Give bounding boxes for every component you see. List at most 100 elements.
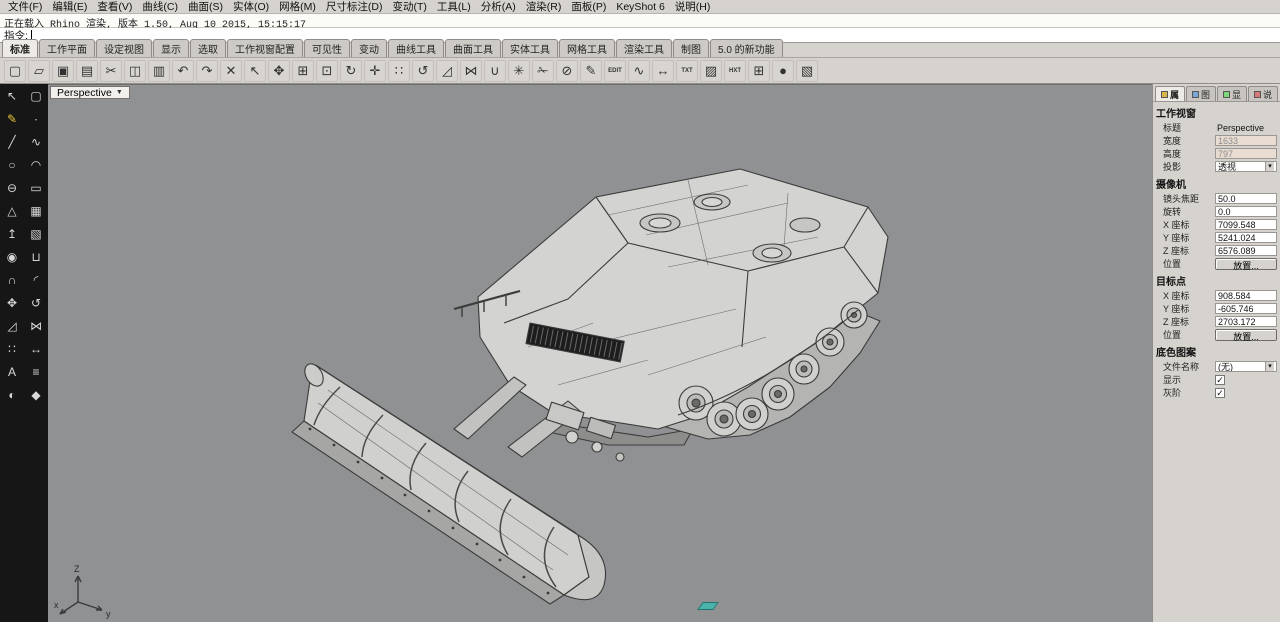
sphere-icon[interactable]: ◉ — [0, 245, 24, 268]
toolbar-tab-9[interactable]: 曲线工具 — [388, 39, 444, 57]
scale-object-icon[interactable]: ◿ — [436, 60, 458, 82]
new-file-icon[interactable]: ▢ — [4, 60, 26, 82]
fillet-icon[interactable]: ◜ — [24, 268, 48, 291]
zoom-extents-icon[interactable]: ⊡ — [316, 60, 338, 82]
point-icon[interactable]: ∙ — [24, 107, 48, 130]
checkbox[interactable]: ✓ — [1215, 388, 1225, 398]
text-object-icon[interactable]: TXT — [676, 60, 698, 82]
join-icon[interactable]: ∪ — [484, 60, 506, 82]
move-tool-icon[interactable]: ✥ — [0, 291, 24, 314]
toolbar-tab-2[interactable]: 工作平面 — [39, 39, 95, 57]
panel-tab-layers[interactable]: 图 — [1186, 86, 1216, 101]
toolbar-tab-13[interactable]: 渲染工具 — [616, 39, 672, 57]
value-input[interactable]: -605.746 — [1215, 303, 1277, 314]
undo-icon[interactable]: ↶ — [172, 60, 194, 82]
chevron-down-icon[interactable]: ▾ — [1265, 162, 1274, 171]
text-tool-icon[interactable]: A — [0, 360, 24, 383]
extrude-icon[interactable]: ↥ — [0, 222, 24, 245]
open-file-icon[interactable]: ▱ — [28, 60, 50, 82]
ellipse-icon[interactable]: ⊖ — [0, 176, 24, 199]
surface-icon[interactable]: ▦ — [24, 199, 48, 222]
explode-icon[interactable]: ✳ — [508, 60, 530, 82]
toolbar-tab-15[interactable]: 5.0 的新功能 — [710, 39, 783, 57]
move-icon[interactable]: ✛ — [364, 60, 386, 82]
copy-object-icon[interactable]: ∷ — [388, 60, 410, 82]
save-file-icon[interactable]: ▣ — [52, 60, 74, 82]
menu-item-3[interactable]: 查看(V) — [92, 0, 137, 14]
panel-tab-help[interactable]: 说 — [1248, 86, 1278, 101]
select-icon[interactable]: ↖ — [0, 84, 24, 107]
split-icon[interactable]: ⊘ — [556, 60, 578, 82]
value-input[interactable]: 2703.172 — [1215, 316, 1277, 327]
select-objects-icon[interactable]: ↖ — [244, 60, 266, 82]
render-preview-icon[interactable]: ● — [772, 60, 794, 82]
panel-tab-properties[interactable]: 属 — [1155, 86, 1185, 101]
dimension-icon[interactable]: ↔ — [652, 60, 674, 82]
print-preview-icon[interactable]: ▧ — [796, 60, 818, 82]
toolbar-tab-5[interactable]: 选取 — [190, 39, 226, 57]
value-dropdown[interactable]: 透视▾ — [1215, 161, 1277, 172]
dimension-tool-icon[interactable]: ↔ — [24, 337, 48, 360]
trim-icon[interactable]: ✁ — [532, 60, 554, 82]
lock-icon[interactable]: ◆ — [24, 383, 48, 406]
pan-view-icon[interactable]: ✥ — [268, 60, 290, 82]
place-button[interactable]: 放置... — [1215, 258, 1277, 270]
boolean-union-icon[interactable]: ∩ — [0, 268, 24, 291]
curve-icon[interactable]: ∿ — [24, 130, 48, 153]
edit-points-icon[interactable]: ✎ — [580, 60, 602, 82]
rotate-object-icon[interactable]: ↺ — [412, 60, 434, 82]
rotate-tool-icon[interactable]: ↺ — [24, 291, 48, 314]
curve-from-objects-icon[interactable]: ∿ — [628, 60, 650, 82]
perspective-viewport[interactable]: Perspective ▼ — [48, 84, 1152, 622]
polyline-icon[interactable]: ╱ — [0, 130, 24, 153]
value-input[interactable]: 5241.024 — [1215, 232, 1277, 243]
menu-item-2[interactable]: 编辑(E) — [47, 0, 92, 14]
cylinder-icon[interactable]: ⊔ — [24, 245, 48, 268]
box-icon[interactable]: ▧ — [24, 222, 48, 245]
grid-options-icon[interactable]: ⊞ — [748, 60, 770, 82]
mirror-tool-icon[interactable]: ⋈ — [24, 314, 48, 337]
menu-item-1[interactable]: 文件(F) — [3, 0, 47, 14]
chevron-down-icon[interactable]: ▾ — [1265, 362, 1274, 371]
polygon-icon[interactable]: △ — [0, 199, 24, 222]
menu-item-15[interactable]: 说明(H) — [670, 0, 716, 14]
visibility-icon[interactable]: ◐ — [0, 383, 24, 406]
toolbar-tab-10[interactable]: 曲面工具 — [445, 39, 501, 57]
print-icon[interactable]: ▤ — [76, 60, 98, 82]
circle-icon[interactable]: ○ — [0, 153, 24, 176]
menu-item-7[interactable]: 网格(M) — [274, 0, 321, 14]
edit-text-icon[interactable]: EDIT — [604, 60, 626, 82]
menu-item-5[interactable]: 曲面(S) — [183, 0, 228, 14]
annotate-pencil-icon[interactable]: ✎ — [0, 107, 24, 130]
scale-tool-icon[interactable]: ◿ — [0, 314, 24, 337]
rotate-view-icon[interactable]: ↻ — [340, 60, 362, 82]
paste-icon[interactable]: ▥ — [148, 60, 170, 82]
hatch-icon[interactable]: ▨ — [700, 60, 722, 82]
viewport-title-tab[interactable]: Perspective ▼ — [50, 86, 130, 99]
value-dropdown[interactable]: (无)▾ — [1215, 361, 1277, 372]
toolbar-tab-1[interactable]: 标准 — [2, 39, 38, 57]
redo-icon[interactable]: ↷ — [196, 60, 218, 82]
toolbar-tab-14[interactable]: 制图 — [673, 39, 709, 57]
select-window-icon[interactable]: ▢ — [24, 84, 48, 107]
array-icon[interactable]: ∷ — [0, 337, 24, 360]
arc-icon[interactable]: ◠ — [24, 153, 48, 176]
menu-item-11[interactable]: 分析(A) — [476, 0, 521, 14]
panel-tab-display[interactable]: 显 — [1217, 86, 1247, 101]
toolbar-tab-4[interactable]: 显示 — [153, 39, 189, 57]
cut-icon[interactable]: ✂ — [100, 60, 122, 82]
menu-item-8[interactable]: 尺寸标注(D) — [321, 0, 388, 14]
menu-item-13[interactable]: 面板(P) — [566, 0, 611, 14]
rectangle-icon[interactable]: ▭ — [24, 176, 48, 199]
value-input[interactable]: 908.584 — [1215, 290, 1277, 301]
delete-icon[interactable]: ✕ — [220, 60, 242, 82]
menu-item-6[interactable]: 实体(O) — [228, 0, 274, 14]
mirror-icon[interactable]: ⋈ — [460, 60, 482, 82]
toolbar-tab-11[interactable]: 实体工具 — [502, 39, 558, 57]
menu-item-9[interactable]: 变动(T) — [388, 0, 432, 14]
toolbar-tab-3[interactable]: 设定视图 — [96, 39, 152, 57]
toolbar-tab-12[interactable]: 网格工具 — [559, 39, 615, 57]
menu-item-12[interactable]: 渲染(R) — [521, 0, 567, 14]
value-input[interactable]: 7099.548 — [1215, 219, 1277, 230]
value-input[interactable]: 50.0 — [1215, 193, 1277, 204]
